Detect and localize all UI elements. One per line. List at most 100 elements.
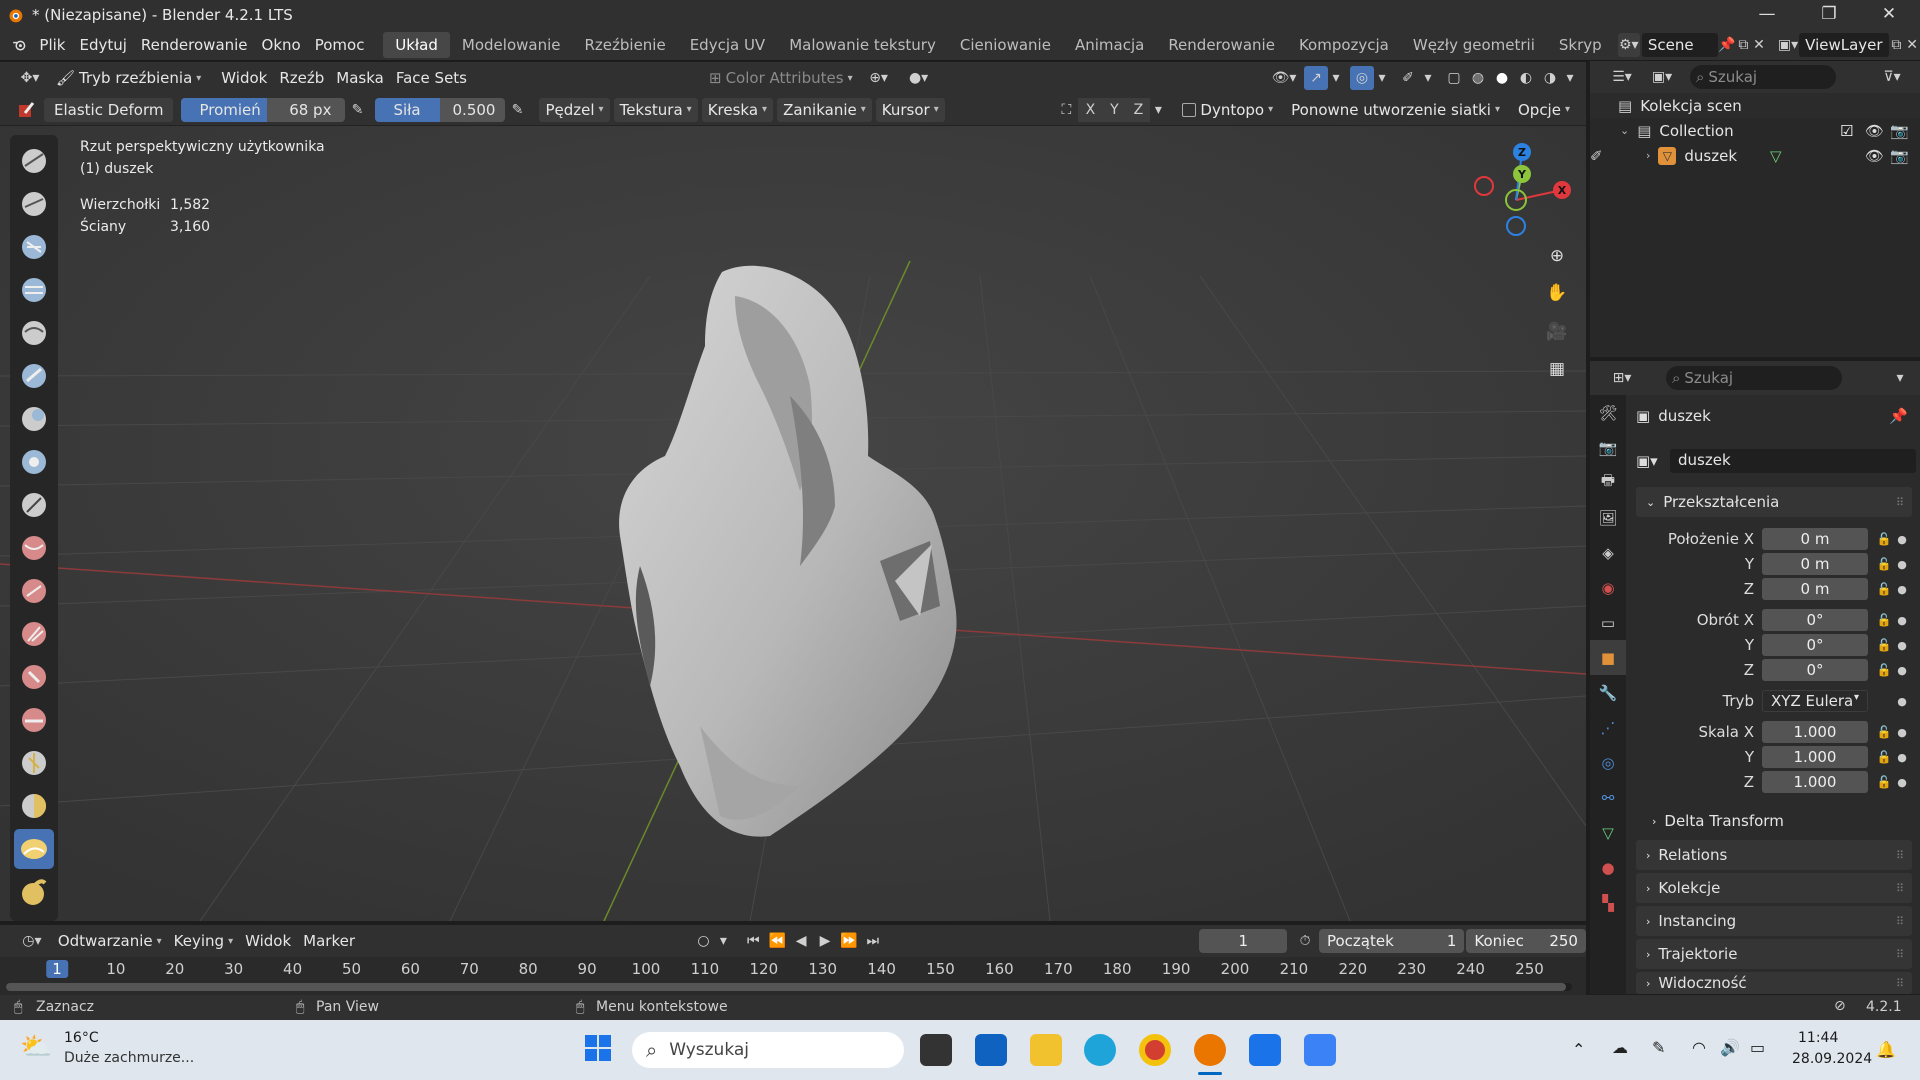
lock-icon[interactable]: 🔓 xyxy=(1874,582,1894,596)
scale-y-field[interactable]: 1.000 xyxy=(1762,746,1868,768)
tab-constraints-icon[interactable]: ⚯ xyxy=(1590,780,1626,815)
menu-help[interactable]: Pomoc xyxy=(308,36,372,54)
mesh-data-icon[interactable]: ▽ xyxy=(1770,147,1782,165)
options-menu[interactable]: Opcje ▾ xyxy=(1512,98,1576,122)
tray-expand-icon[interactable]: ⌃ xyxy=(1572,1040,1585,1059)
weather-temperature[interactable]: 16°C xyxy=(64,1030,99,1046)
visibility-icon[interactable]: 👁▾ xyxy=(1264,66,1304,90)
drag-handle-icon[interactable]: ⠿ xyxy=(1896,849,1904,862)
jump-keyframe-back-icon[interactable]: ⏪ xyxy=(765,929,789,953)
drag-handle-icon[interactable]: ⠿ xyxy=(1896,882,1904,895)
scale-x-field[interactable]: 1.000 xyxy=(1762,721,1868,743)
tab-scene-icon[interactable]: ◈ xyxy=(1590,535,1626,570)
menu-window[interactable]: Okno xyxy=(255,36,308,54)
properties-editor-type-icon[interactable]: ⊞▾ xyxy=(1602,366,1642,390)
location-x-field[interactable]: 0 m xyxy=(1762,528,1868,550)
object-visibility-eye-icon[interactable]: 👁 xyxy=(1865,147,1884,165)
notification-bell-icon[interactable]: 🔔 xyxy=(1876,1040,1896,1059)
collection-render-camera-icon[interactable]: 📷 xyxy=(1890,122,1909,140)
start-frame-field[interactable]: Początek 1 xyxy=(1318,929,1465,953)
face-sets-menu[interactable]: Face Sets xyxy=(390,66,473,90)
object-render-camera-icon[interactable]: 📷 xyxy=(1890,147,1909,165)
location-z-field[interactable]: 0 m xyxy=(1762,578,1868,600)
scene-selector-icon[interactable]: ⚙▾ xyxy=(1617,32,1640,57)
relations-panel-header[interactable]: › Relations ⠿ xyxy=(1636,840,1912,870)
tab-sculpting[interactable]: Rzeźbienie xyxy=(572,32,677,58)
keyframe-dot-icon[interactable]: ● xyxy=(1894,776,1910,789)
tab-shading[interactable]: Cieniowanie xyxy=(948,32,1063,58)
tab-layout[interactable]: Układ xyxy=(383,31,450,58)
delete-view-layer-icon[interactable]: ✕ xyxy=(1904,33,1920,57)
color-attributes-dropdown[interactable]: ⊞ Color Attributes ▾ xyxy=(703,66,859,90)
wireframe-shading-icon[interactable]: ◍ xyxy=(1466,66,1490,90)
tool-scrape[interactable] xyxy=(14,657,54,697)
lock-icon[interactable]: 🔓 xyxy=(1874,613,1894,627)
gizmo-neg-z-icon[interactable] xyxy=(1506,216,1526,236)
zoom-icon[interactable]: ⊕ xyxy=(1541,240,1573,272)
tool-multiplane-scrape[interactable] xyxy=(14,700,54,740)
expand-arrow-icon[interactable]: › xyxy=(1646,149,1650,162)
menu-file[interactable]: Plik xyxy=(32,36,72,54)
remesh-menu[interactable]: Ponowne utworzenie siatki ▾ xyxy=(1285,98,1506,122)
lock-icon[interactable]: 🔓 xyxy=(1874,532,1894,546)
microsoft-store-icon[interactable] xyxy=(975,1034,1007,1066)
properties-search[interactable]: ⌕ Szukaj xyxy=(1666,366,1842,390)
camera-view-icon[interactable]: 🎥 xyxy=(1541,316,1573,348)
preview-range-clock-icon[interactable]: ⏱ xyxy=(1293,929,1317,953)
play-reverse-icon[interactable]: ◀ xyxy=(789,929,813,953)
symmetry-x-button[interactable]: X xyxy=(1078,97,1103,122)
volume-icon[interactable]: 🔊 xyxy=(1720,1038,1740,1057)
auto-keying-dropdown-icon[interactable]: ▾ xyxy=(715,929,731,953)
brush-menu[interactable]: Pędzel ▾ xyxy=(539,97,610,122)
tab-texture-paint[interactable]: Malowanie tekstury xyxy=(777,32,948,58)
datablock-name-field[interactable]: duszek xyxy=(1670,449,1916,473)
drag-handle-icon[interactable]: ⠿ xyxy=(1896,496,1904,509)
keyframe-dot-icon[interactable]: ● xyxy=(1894,533,1910,546)
keyframe-dot-icon[interactable]: ● xyxy=(1894,751,1910,764)
tool-pinch[interactable] xyxy=(14,743,54,783)
radius-slider[interactable]: Promień 68 px xyxy=(181,97,346,122)
lock-icon[interactable]: 🔓 xyxy=(1874,557,1894,571)
keyframe-dot-icon[interactable]: ● xyxy=(1894,664,1910,677)
rotation-y-field[interactable]: 0° xyxy=(1762,634,1868,656)
transform-panel-header[interactable]: ⌄ Przekształcenia ⠿ xyxy=(1636,487,1912,517)
dyntopo-checkbox[interactable] xyxy=(1182,102,1197,117)
pin-icon[interactable]: 📌 xyxy=(1889,407,1908,425)
new-scene-icon[interactable]: ⧉ xyxy=(1735,33,1751,57)
current-frame-field[interactable]: 1 xyxy=(1199,929,1288,953)
outliner-editor-type-icon[interactable]: ☰▾ xyxy=(1602,65,1642,89)
gizmo-neg-x-icon[interactable] xyxy=(1474,176,1494,196)
keyframe-dot-icon[interactable]: ● xyxy=(1894,614,1910,627)
view-menu[interactable]: Widok xyxy=(215,66,273,90)
overlay-dropdown-icon[interactable]: ▾ xyxy=(1374,66,1390,90)
3d-viewport[interactable] xyxy=(0,126,1586,921)
tab-modifiers-icon[interactable]: 🔧 xyxy=(1590,675,1626,710)
tray-pen-icon[interactable]: ✎ xyxy=(1652,1038,1665,1057)
jump-start-icon[interactable]: ⏮ xyxy=(741,929,765,953)
task-view-icon[interactable] xyxy=(920,1034,952,1066)
motion-paths-panel-header[interactable]: › Trajektorie ⠿ xyxy=(1636,939,1912,969)
scene-name-field[interactable]: Scene xyxy=(1641,32,1719,57)
rotation-z-field[interactable]: 0° xyxy=(1762,659,1868,681)
timeline-editor-type-icon[interactable]: ◷▾ xyxy=(12,929,52,953)
lock-icon[interactable]: 🔓 xyxy=(1874,663,1894,677)
sculpt-overlay-icon[interactable]: ✐ xyxy=(1396,66,1420,90)
menu-render[interactable]: Renderowanie xyxy=(134,36,255,54)
tool-inflate[interactable] xyxy=(14,399,54,439)
tool-draw-sharp[interactable] xyxy=(14,184,54,224)
tray-cloud-icon[interactable]: ☁ xyxy=(1612,1038,1628,1057)
filter-icon[interactable]: ⊽▾ xyxy=(1872,65,1912,89)
mask-menu[interactable]: Maska xyxy=(330,66,390,90)
tool-fill[interactable] xyxy=(14,614,54,654)
file-explorer-icon[interactable] xyxy=(1030,1034,1062,1066)
tab-output-icon[interactable]: 🖶 xyxy=(1590,465,1626,500)
weather-cloud-icon[interactable]: ⛅ xyxy=(20,1032,52,1062)
tool-smooth[interactable] xyxy=(14,528,54,568)
taskbar-date[interactable]: 28.09.2024 xyxy=(1792,1051,1872,1067)
tool-blob[interactable] xyxy=(14,442,54,482)
strength-slider[interactable]: Siła 0.500 xyxy=(375,97,506,122)
location-y-field[interactable]: 0 m xyxy=(1762,553,1868,575)
editor-type-icon[interactable]: ✥▾ xyxy=(10,66,50,90)
tool-clay-thumb[interactable] xyxy=(14,313,54,353)
mode-selector[interactable]: 🖌 Tryb rzeźbienia ▾ xyxy=(50,66,207,90)
